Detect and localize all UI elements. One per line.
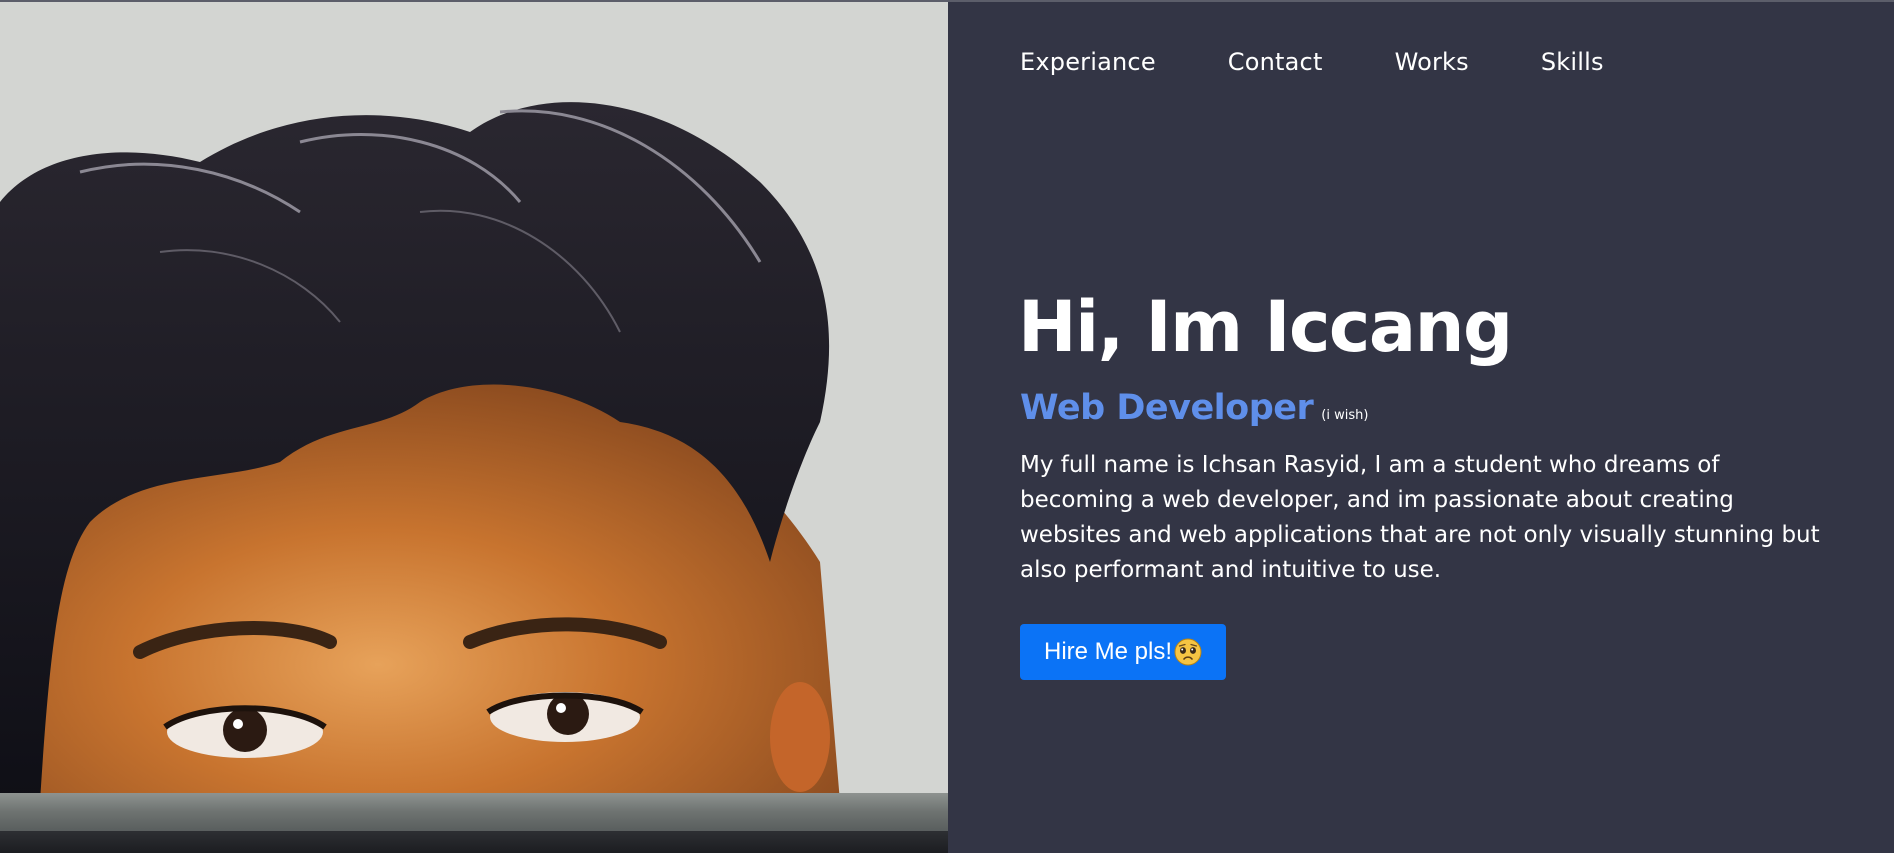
nav-link-contact[interactable]: Contact xyxy=(1228,48,1323,76)
portfolio-page: Experiance Contact Works Skills Hi, Im I… xyxy=(0,0,1894,853)
portrait-illustration xyxy=(0,2,948,853)
profile-photo xyxy=(0,2,948,853)
nav-link-skills[interactable]: Skills xyxy=(1541,48,1604,76)
nav-link-experiance[interactable]: Experiance xyxy=(1020,48,1156,76)
hero-title: Hi, Im Iccang xyxy=(1018,286,1513,368)
hire-me-label: Hire Me pls! xyxy=(1044,638,1173,665)
main-navigation: Experiance Contact Works Skills xyxy=(1020,48,1604,76)
nav-link-works[interactable]: Works xyxy=(1395,48,1469,76)
role-title: Web Developer xyxy=(1020,388,1314,428)
role-note: (i wish) xyxy=(1321,408,1369,423)
bio-paragraph: My full name is Ichsan Rasyid, I am a st… xyxy=(1020,452,1820,583)
photo-frame-shadow xyxy=(0,831,948,853)
hero-section: Experiance Contact Works Skills Hi, Im I… xyxy=(948,2,1894,853)
hire-me-button[interactable]: Hire Me pls! xyxy=(1020,624,1227,680)
role-line: Web Developer (i wish) xyxy=(1020,388,1368,428)
pleading-face-icon xyxy=(1174,638,1202,666)
